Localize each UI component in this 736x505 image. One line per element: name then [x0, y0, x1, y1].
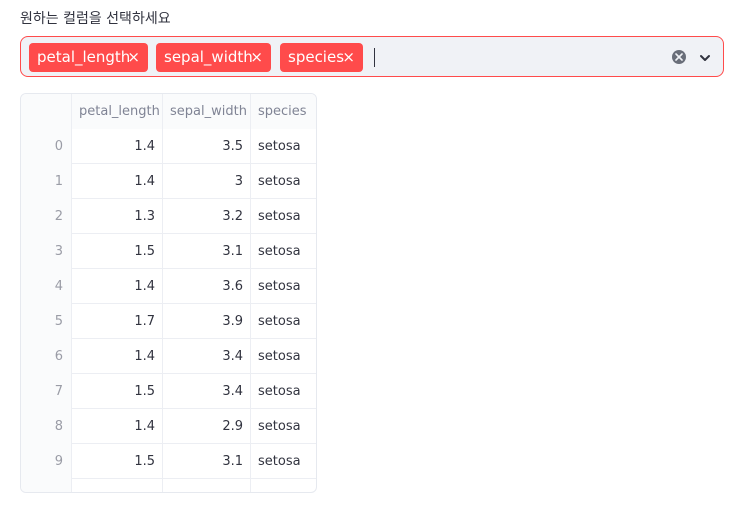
tag-petal-length: petal_length ×: [29, 43, 148, 72]
table-row-partial: [21, 479, 316, 492]
close-icon[interactable]: ×: [250, 43, 263, 72]
cell-sepal-width[interactable]: 3: [163, 164, 251, 199]
tag-species: species ×: [280, 43, 363, 72]
cell-sepal-width[interactable]: 3.1: [163, 234, 251, 269]
row-index: [21, 479, 72, 492]
cell-species[interactable]: [251, 479, 316, 492]
cell-species[interactable]: setosa: [251, 374, 316, 409]
close-icon[interactable]: ×: [127, 43, 140, 72]
cell-sepal-width[interactable]: 3.2: [163, 199, 251, 234]
cell-petal-length[interactable]: 1.3: [72, 199, 163, 234]
table-row: 2 1.3 3.2 setosa: [21, 199, 316, 234]
cell-petal-length[interactable]: 1.7: [72, 304, 163, 339]
column-header-sepal-width[interactable]: sepal_width: [163, 94, 251, 129]
chevron-down-icon[interactable]: [698, 50, 712, 64]
row-index: 5: [21, 304, 72, 339]
cell-species[interactable]: setosa: [251, 339, 316, 374]
cell-species[interactable]: setosa: [251, 164, 316, 199]
tag-label: sepal_width: [164, 48, 253, 66]
cell-petal-length[interactable]: 1.5: [72, 374, 163, 409]
cell-species[interactable]: setosa: [251, 269, 316, 304]
column-header-index: [21, 94, 72, 129]
cell-species[interactable]: setosa: [251, 409, 316, 444]
table-header-row: petal_length sepal_width species: [21, 94, 316, 129]
data-table[interactable]: petal_length sepal_width species 0 1.4 3…: [20, 93, 317, 493]
row-index: 7: [21, 374, 72, 409]
cell-sepal-width[interactable]: 3.4: [163, 339, 251, 374]
row-index: 4: [21, 269, 72, 304]
cell-petal-length[interactable]: [72, 479, 163, 492]
cell-species[interactable]: setosa: [251, 444, 316, 479]
cell-species[interactable]: setosa: [251, 129, 316, 164]
cell-sepal-width[interactable]: 3.6: [163, 269, 251, 304]
cell-sepal-width[interactable]: [163, 479, 251, 492]
row-index: 6: [21, 339, 72, 374]
row-index: 9: [21, 444, 72, 479]
cell-petal-length[interactable]: 1.4: [72, 409, 163, 444]
cell-species[interactable]: setosa: [251, 304, 316, 339]
cell-petal-length[interactable]: 1.4: [72, 269, 163, 304]
column-multiselect[interactable]: petal_length × sepal_width × species ×: [20, 36, 724, 77]
table-row: 5 1.7 3.9 setosa: [21, 304, 316, 339]
column-header-petal-length[interactable]: petal_length: [72, 94, 163, 129]
cell-petal-length[interactable]: 1.4: [72, 164, 163, 199]
column-header-species[interactable]: species: [251, 94, 316, 129]
cell-species[interactable]: setosa: [251, 199, 316, 234]
cell-petal-length[interactable]: 1.4: [72, 129, 163, 164]
cell-petal-length[interactable]: 1.5: [72, 444, 163, 479]
cell-petal-length[interactable]: 1.5: [72, 234, 163, 269]
table-row: 1 1.4 3 setosa: [21, 164, 316, 199]
cell-sepal-width[interactable]: 3.5: [163, 129, 251, 164]
cell-petal-length[interactable]: 1.4: [72, 339, 163, 374]
tag-sepal-width: sepal_width ×: [156, 43, 271, 72]
row-index: 2: [21, 199, 72, 234]
table-row: 7 1.5 3.4 setosa: [21, 374, 316, 409]
row-index: 0: [21, 129, 72, 164]
table-row: 0 1.4 3.5 setosa: [21, 129, 316, 164]
cell-sepal-width[interactable]: 3.4: [163, 374, 251, 409]
table-row: 3 1.5 3.1 setosa: [21, 234, 316, 269]
cell-sepal-width[interactable]: 3.9: [163, 304, 251, 339]
clear-icon[interactable]: [672, 50, 686, 64]
table-row: 4 1.4 3.6 setosa: [21, 269, 316, 304]
tag-label: species: [288, 48, 345, 66]
multiselect-label: 원하는 컬럼을 선택하세요: [20, 11, 171, 27]
tag-label: petal_length: [37, 48, 131, 66]
table-row: 9 1.5 3.1 setosa: [21, 444, 316, 479]
close-icon[interactable]: ×: [342, 43, 355, 72]
cell-species[interactable]: setosa: [251, 234, 316, 269]
row-index: 1: [21, 164, 72, 199]
text-cursor[interactable]: [374, 48, 375, 67]
row-index: 8: [21, 409, 72, 444]
table-row: 8 1.4 2.9 setosa: [21, 409, 316, 444]
cell-sepal-width[interactable]: 2.9: [163, 409, 251, 444]
cell-sepal-width[interactable]: 3.1: [163, 444, 251, 479]
table-row: 6 1.4 3.4 setosa: [21, 339, 316, 374]
row-index: 3: [21, 234, 72, 269]
